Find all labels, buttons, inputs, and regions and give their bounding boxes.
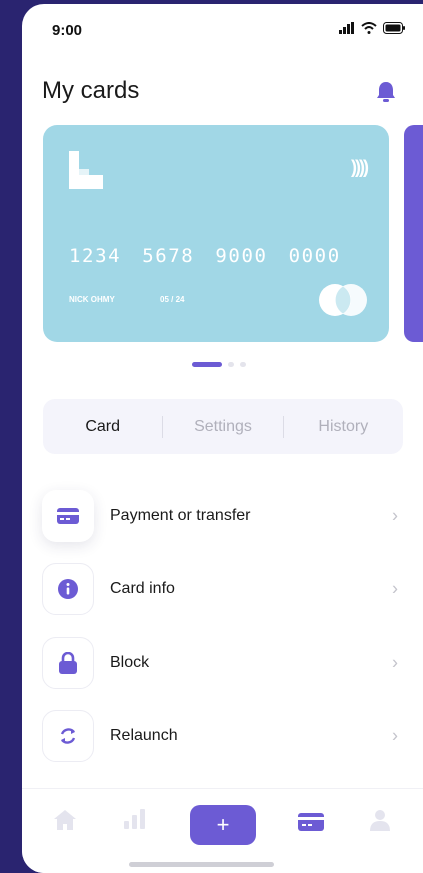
menu-label: Card info (110, 580, 175, 598)
menu-icon-box (42, 563, 94, 616)
segmented-tabs: Card Settings History (43, 399, 403, 454)
nav-cards[interactable] (298, 813, 324, 831)
bank-logo-icon (69, 151, 103, 189)
status-bar: 9:00 (22, 4, 423, 54)
bank-card[interactable]: )))) 1234 5678 9000 0000 NICK OHMY 05 / … (43, 125, 389, 342)
phone-screen: 9:00 My cards)))) 1234 5678 9000 0000 N… (22, 4, 423, 873)
menu-item-payment[interactable]: Payment or transfer › (42, 479, 402, 553)
stats-icon (124, 809, 145, 829)
status-time: 9:00 (52, 22, 83, 39)
cards-icon (298, 813, 324, 831)
home-indicator (129, 862, 274, 867)
card-actions-list: Payment or transfer › Card info › Block … (42, 479, 402, 773)
nav-stats[interactable] (123, 809, 147, 829)
lock-icon (59, 651, 77, 674)
bell-icon[interactable] (375, 80, 397, 104)
card-holder: NICK OHMY (69, 295, 115, 304)
add-button[interactable]: + (190, 805, 256, 845)
menu-label: Payment or transfer (110, 506, 251, 524)
chevron-right-icon: › (392, 505, 398, 526)
nav-profile[interactable] (369, 809, 391, 831)
menu-icon-box (42, 710, 94, 763)
chevron-right-icon: › (392, 652, 398, 673)
menu-label: Block (110, 653, 150, 671)
tab-card[interactable]: Card (43, 418, 162, 436)
tab-settings[interactable]: Settings (163, 418, 282, 436)
card-icon (57, 507, 79, 524)
info-icon (58, 579, 78, 600)
chevron-right-icon: › (392, 725, 398, 746)
wifi-icon (361, 22, 377, 34)
menu-item-card-info[interactable]: Card info › (42, 553, 402, 627)
home-icon (54, 810, 76, 830)
card-expiry: 05 / 24 (160, 295, 185, 304)
pager-dot[interactable] (240, 362, 246, 367)
menu-item-block[interactable]: Block › (42, 626, 402, 700)
nav-home[interactable] (53, 809, 77, 831)
contactless-icon: )))) (351, 157, 369, 177)
menu-label: Relaunch (110, 727, 178, 745)
tab-history[interactable]: History (284, 418, 403, 436)
status-icons (339, 22, 405, 34)
menu-icon-box (42, 636, 94, 689)
card-pager (192, 362, 246, 367)
pager-dot-active[interactable] (192, 362, 222, 367)
relaunch-icon (60, 728, 76, 745)
menu-item-relaunch[interactable]: Relaunch › (42, 700, 402, 774)
page-title: My cards (42, 77, 140, 104)
battery-icon (383, 22, 405, 34)
profile-icon (370, 810, 390, 831)
next-card-preview[interactable] (404, 125, 423, 342)
menu-icon-box (42, 489, 94, 542)
card-brand-icon (319, 284, 367, 316)
card-number: 1234 5678 9000 0000 (69, 245, 341, 267)
bottom-nav: + (22, 788, 423, 873)
chevron-right-icon: › (392, 578, 398, 599)
signal-icon (339, 22, 354, 34)
pager-dot[interactable] (228, 362, 234, 367)
